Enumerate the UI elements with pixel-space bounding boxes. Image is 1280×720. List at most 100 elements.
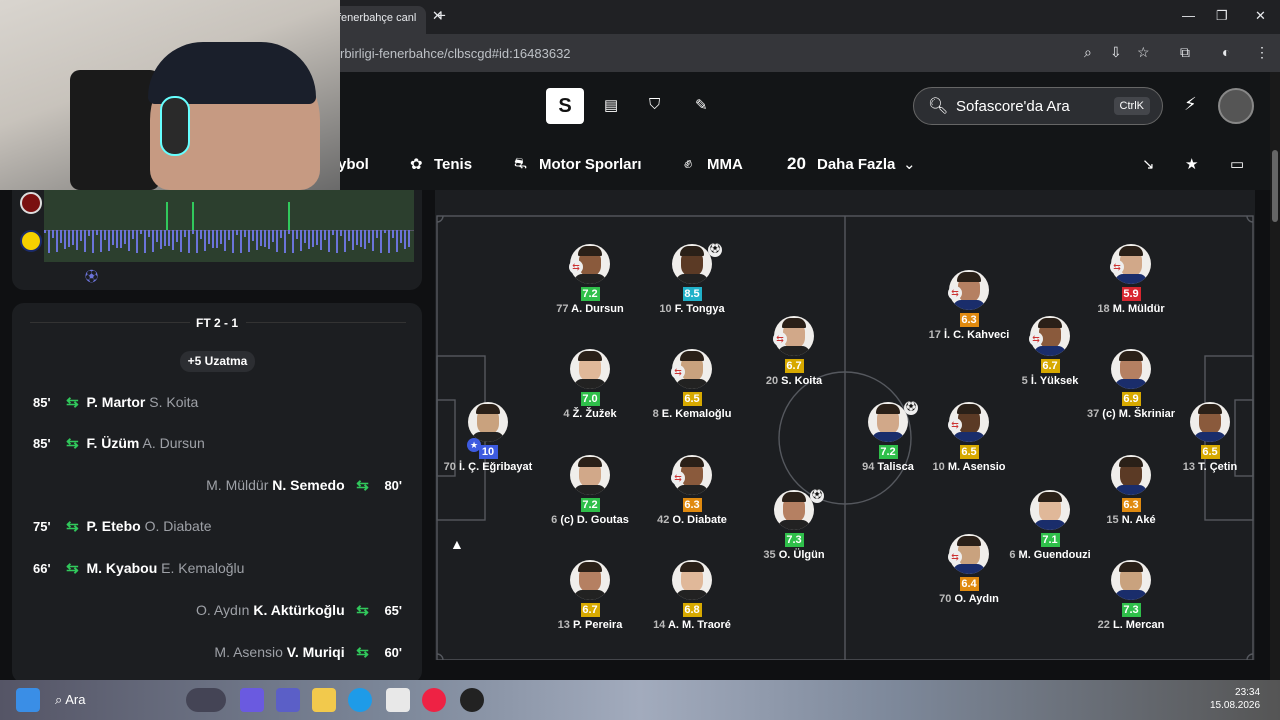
player-card[interactable]: 6.7 20 S. Koita ⇆ — [749, 316, 839, 387]
substitution-icon: ⇆ — [773, 332, 787, 346]
maximize-icon[interactable]: ❐ — [1216, 8, 1228, 24]
player-card[interactable]: 6.3 17 İ. C. Kahveci ⇆ — [924, 270, 1014, 341]
scrollbar-thumb[interactable] — [1272, 150, 1278, 222]
predictions-icon[interactable]: ✎ — [695, 96, 708, 114]
favorites-star-icon[interactable]: ★ — [1185, 155, 1198, 173]
player-card[interactable]: 5.9 18 M. Müldür ⇆ — [1086, 244, 1176, 315]
substitution-icon: ⇆ — [66, 394, 79, 411]
system-clock[interactable]: 23:34 15.08.2026 — [1210, 686, 1260, 712]
browser-tab[interactable]: fenerbahçe canl — [330, 6, 426, 34]
sport-motor[interactable]: Motor Sporları — [539, 156, 642, 173]
player-card[interactable]: 7.2 6 (c) D. Goutas — [545, 455, 635, 526]
player-name-text: A. Dursun — [571, 303, 624, 315]
player-card[interactable]: 6.7 5 İ. Yüksek ⇆ — [1005, 316, 1095, 387]
player-card[interactable]: 6.4 70 O. Aydın ⇆ — [924, 534, 1014, 605]
graph-bar — [108, 230, 110, 251]
player-photo — [468, 402, 508, 442]
graph-bar — [140, 230, 142, 234]
player-in[interactable]: P. Martor — [86, 394, 145, 410]
graph-bar — [136, 230, 138, 253]
home-team-badge — [20, 192, 42, 214]
graph-bar — [236, 230, 238, 235]
player-in[interactable]: F. Üzüm — [86, 435, 139, 451]
player-in[interactable]: P. Etebo — [86, 518, 140, 534]
sofascore-logo[interactable]: S — [546, 88, 584, 124]
goal-icon: ⚽︎ — [904, 401, 918, 415]
player-card[interactable]: 7.1 6 M. Guendouzi — [1005, 490, 1095, 561]
news-icon[interactable]: ▤ — [604, 96, 618, 114]
player-card[interactable]: 7.2 94 Talisca ⚽︎ — [843, 401, 933, 473]
player-name: 70 O. Aydın — [924, 593, 1014, 605]
player-card[interactable]: 10 70 İ. Ç. Eğribayat ★ — [443, 402, 533, 473]
graph-bar — [200, 230, 202, 240]
teams-icon[interactable] — [276, 688, 300, 712]
graph-bar — [240, 230, 242, 253]
event-row: M. Müldür N. Semedo ⇆ 80' — [206, 476, 402, 494]
player-in[interactable]: V. Muriqi — [287, 644, 345, 660]
search-box[interactable]: 🔍︎ Sofascore'da Ara CtrlK — [913, 87, 1163, 125]
player-card[interactable]: 8.5 10 F. Tongya ⚽︎ — [647, 243, 737, 315]
player-in[interactable]: M. Kyabou — [86, 560, 157, 576]
player-card[interactable]: 7.2 77 A. Dursun ⇆ — [545, 244, 635, 315]
sport-football[interactable]: ybol — [338, 156, 369, 173]
player-out[interactable]: O. Diabate — [145, 518, 212, 534]
more-sports[interactable]: Daha Fazla — [817, 156, 895, 173]
sport-mma[interactable]: MMA — [707, 156, 743, 173]
edge-icon[interactable] — [348, 688, 372, 712]
lightning-icon[interactable]: ⚡︎ — [1184, 94, 1197, 115]
player-out[interactable]: E. Kemaloğlu — [161, 560, 244, 576]
event-row: 66' ⇆ M. Kyabou E. Kemaloğlu — [33, 559, 244, 577]
player-out[interactable]: S. Koita — [149, 394, 198, 410]
install-icon[interactable]: ⇩ — [1110, 44, 1122, 61]
store-icon[interactable] — [386, 688, 410, 712]
copilot-icon[interactable] — [240, 688, 264, 712]
player-in[interactable]: K. Aktürkoğlu — [253, 602, 344, 618]
player-out[interactable]: O. Aydın — [196, 602, 249, 618]
start-icon[interactable] — [16, 688, 40, 712]
profile-icon[interactable]: ◐ — [1222, 44, 1230, 60]
minimize-icon[interactable]: — — [1182, 8, 1195, 23]
leagues-icon[interactable]: ⛉ — [649, 96, 660, 113]
player-out[interactable]: A. Dursun — [143, 435, 205, 451]
url-field[interactable]: rbirligi-fenerbahce/clbscgd#id:16483632 — [340, 46, 571, 61]
player-number: 17 — [928, 329, 941, 341]
player-card[interactable]: 6.7 13 P. Pereira — [545, 560, 635, 631]
player-card[interactable]: 6.3 42 O. Diabate ⇆ — [647, 455, 737, 526]
sport-tennis[interactable]: Tenis — [434, 156, 472, 173]
tv-icon[interactable]: ▭ — [1230, 155, 1244, 173]
graph-bar — [60, 230, 62, 243]
avatar[interactable] — [1218, 88, 1254, 124]
obs-icon[interactable] — [460, 688, 484, 712]
chrome-icon[interactable] — [422, 688, 446, 712]
taskbar-search[interactable]: ⌕ Ara — [55, 692, 85, 708]
menu-icon[interactable]: ⋮ — [1255, 44, 1269, 61]
player-rating: 6.5 — [682, 392, 702, 406]
player-out[interactable]: M. Asensio — [214, 644, 282, 660]
graph-bar — [296, 230, 298, 239]
player-card[interactable]: 7.3 35 O. Ülgün ⚽︎ — [749, 489, 839, 561]
player-card[interactable]: 6.3 15 N. Aké — [1086, 455, 1176, 526]
zoom-icon[interactable]: ⌕ — [1084, 44, 1092, 61]
player-card[interactable]: 7.3 22 L. Mercan — [1086, 560, 1176, 631]
graph-bar — [332, 230, 334, 236]
player-card[interactable]: 6.5 13 T. Çetin — [1165, 402, 1255, 473]
bookmark-star-icon[interactable]: ☆ — [1137, 44, 1150, 61]
player-card[interactable]: 6.5 8 E. Kemaloğlu ⇆ — [647, 349, 737, 420]
event-row: 85' ⇆ P. Martor S. Koita — [33, 393, 198, 411]
player-photo — [868, 402, 908, 442]
player-name: 10 F. Tongya — [647, 303, 737, 315]
player-card[interactable]: 6.9 37 (c) M. Škriniar — [1086, 349, 1176, 420]
player-out[interactable]: M. Müldür — [206, 477, 268, 493]
new-tab-icon[interactable]: + — [436, 6, 446, 26]
close-window-icon[interactable]: ✕ — [1255, 8, 1266, 24]
chevron-down-icon[interactable]: ⌄ — [903, 155, 916, 173]
player-in[interactable]: N. Semedo — [272, 477, 344, 493]
player-card[interactable]: 6.5 10 M. Asensio ⇆ — [924, 402, 1014, 473]
trending-icon[interactable]: ↘ — [1142, 155, 1155, 173]
widget-icon[interactable] — [186, 688, 226, 712]
player-card[interactable]: 7.0 4 Ž. Žužek — [545, 349, 635, 420]
file-explorer-icon[interactable] — [312, 688, 336, 712]
player-card[interactable]: 6.8 14 A. M. Traoré — [647, 560, 737, 631]
graph-bar — [172, 230, 174, 250]
extensions-icon[interactable]: ⧉ — [1180, 44, 1190, 61]
